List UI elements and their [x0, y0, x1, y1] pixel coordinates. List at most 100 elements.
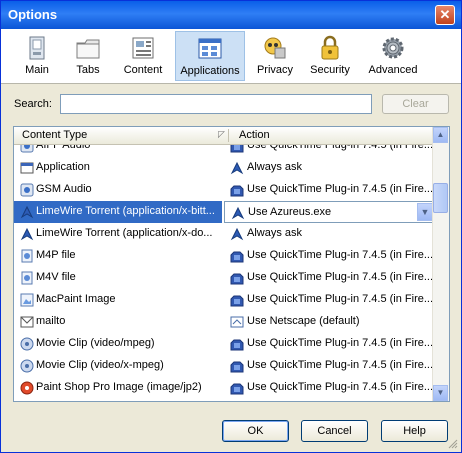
action-cell[interactable]: Use QuickTime Plug-in 7.4.5 (in Fire... — [224, 245, 435, 267]
content-type-label: Paint Shop Pro Image (image/jp2) — [36, 381, 202, 393]
quicktime-plugin-icon — [230, 361, 244, 373]
action-cell[interactable]: Use QuickTime Plug-in 7.4.5 (in Fire... — [224, 333, 435, 355]
quicktime-plugin-icon — [230, 273, 244, 285]
close-button[interactable]: ✕ — [435, 5, 455, 25]
content-page-icon — [132, 37, 154, 59]
quicktime-plugin-icon — [230, 251, 244, 263]
action-cell[interactable]: Use QuickTime Plug-in 7.4.5 (in Fire... — [224, 289, 435, 311]
table-row[interactable]: Paint Shop Pro Image (image/jp2) Use Quic… — [14, 377, 435, 399]
limewire-icon — [20, 205, 34, 219]
content-type-label: M4P file — [36, 249, 76, 261]
action-label: Always ask — [247, 161, 303, 173]
title-bar[interactable]: Options ✕ — [1, 1, 461, 29]
action-label: Always ask — [247, 227, 303, 239]
content-type-label: LimeWire Torrent (application/x-bitt... — [36, 205, 215, 217]
action-cell[interactable]: Use QuickTime Plug-in 7.4.5 (in Fire... — [224, 179, 435, 201]
tab-content-label: Content — [123, 64, 163, 76]
content-type-cell[interactable]: Paint Shop Pro Image (image/jp2) — [14, 377, 222, 399]
cancel-button[interactable]: Cancel — [301, 420, 368, 442]
scroll-down-button[interactable]: ▼ — [433, 385, 448, 401]
action-label: Use QuickTime Plug-in 7.4.5 (in Fire... — [247, 271, 434, 283]
options-dialog: Options ✕ Main Tabs Content Applications… — [0, 0, 462, 453]
column-header-content-type[interactable]: Content Type — [22, 129, 87, 141]
mailto-icon — [20, 316, 34, 328]
column-divider[interactable] — [228, 129, 229, 142]
content-type-cell[interactable]: M4V file — [14, 267, 222, 289]
table-row[interactable]: LimeWire Torrent (application/x-bitt... U… — [14, 201, 435, 223]
movie-clip-icon — [20, 337, 34, 351]
tab-main[interactable]: Main — [15, 31, 59, 81]
sort-indicator-icon: ◸ — [218, 129, 225, 139]
content-type-cell[interactable]: Movie Clip (video/x-mpeg) — [14, 355, 222, 377]
always-ask-icon — [230, 161, 244, 175]
action-cell[interactable]: Use QuickTime Plug-in 7.4.5 (in Fire... — [224, 377, 435, 399]
table-row[interactable]: AIFF Audio Use QuickTime Plug-in 7.4.5 (i… — [14, 145, 435, 157]
content-type-cell[interactable]: Movie Clip (video/mpeg) — [14, 333, 222, 355]
content-type-cell[interactable]: mailto — [14, 311, 222, 333]
action-label: Use QuickTime Plug-in 7.4.5 (in Fire... — [247, 381, 434, 393]
help-button[interactable]: Help — [381, 420, 448, 442]
quicktime-plugin-icon — [230, 383, 244, 395]
security-lock-icon — [321, 35, 339, 60]
scroll-up-button[interactable]: ▲ — [433, 127, 448, 143]
content-type-cell[interactable]: M4P file — [14, 245, 222, 267]
limewire-icon — [20, 227, 34, 241]
action-cell[interactable]: Use QuickTime Plug-in 7.4.5 (in Fire... — [224, 145, 435, 157]
tab-privacy-label: Privacy — [256, 64, 294, 76]
tab-security[interactable]: Security — [305, 31, 355, 81]
tab-advanced[interactable]: Advanced — [365, 31, 421, 81]
resize-gripper-icon[interactable] — [448, 439, 458, 449]
content-type-label: Movie Clip (video/x-mpeg) — [36, 359, 164, 371]
tab-advanced-label: Advanced — [368, 64, 418, 76]
action-cell[interactable]: Always ask — [224, 157, 435, 179]
search-label: Search: — [14, 98, 52, 110]
content-type-cell[interactable]: AIFF Audio — [14, 145, 222, 157]
table-row[interactable]: Application Always ask — [14, 157, 435, 179]
column-header-action[interactable]: Action — [239, 129, 270, 141]
content-type-list[interactable]: Content Type ◸ Action AIFF Audio Use Quic… — [13, 126, 450, 402]
action-label: Use Azureus.exe — [248, 206, 332, 218]
application-file-icon — [20, 162, 34, 174]
content-type-cell[interactable]: LimeWire Torrent (application/x-do... — [14, 223, 222, 245]
action-dropdown[interactable]: Use Azureus.exe ▼ — [224, 201, 435, 223]
tab-tabs-label: Tabs — [76, 64, 100, 76]
quicktime-plugin-icon — [230, 295, 244, 307]
tab-tabs[interactable]: Tabs — [67, 31, 109, 81]
tab-applications-label: Applications — [180, 65, 240, 77]
action-cell[interactable]: Use QuickTime Plug-in 7.4.5 (in Fire... — [224, 267, 435, 289]
applications-window-icon — [198, 38, 222, 59]
table-row[interactable]: M4V file Use QuickTime Plug-in 7.4.5 (in … — [14, 267, 435, 289]
tabs-folder-icon — [76, 39, 100, 59]
action-label: Use QuickTime Plug-in 7.4.5 (in Fire... — [247, 249, 434, 261]
tab-content[interactable]: Content — [119, 31, 167, 81]
tab-applications[interactable]: Applications — [175, 31, 245, 81]
tab-main-label: Main — [25, 64, 49, 76]
content-type-cell[interactable]: Application — [14, 157, 222, 179]
list-rows: AIFF Audio Use QuickTime Plug-in 7.4.5 (i… — [14, 145, 435, 401]
table-row[interactable]: Movie Clip (video/x-mpeg) Use QuickTime P… — [14, 355, 435, 377]
search-input[interactable] — [60, 94, 372, 114]
media-file-icon — [21, 249, 33, 263]
paint-shop-pro-icon — [20, 381, 34, 395]
content-type-label: mailto — [36, 315, 66, 327]
window-title: Options — [8, 7, 58, 22]
content-type-cell[interactable]: GSM Audio — [14, 179, 222, 201]
action-cell[interactable]: Use Netscape (default) — [224, 311, 435, 333]
content-type-cell[interactable]: LimeWire Torrent (application/x-bitt... — [14, 201, 222, 223]
tab-privacy[interactable]: Privacy — [253, 31, 297, 81]
table-row[interactable]: MacPaint Image Use QuickTime Plug-in 7.4.… — [14, 289, 435, 311]
ok-button[interactable]: OK — [222, 420, 289, 442]
table-row[interactable]: M4P file Use QuickTime Plug-in 7.4.5 (in … — [14, 245, 435, 267]
scroll-thumb[interactable] — [433, 183, 448, 213]
action-cell[interactable]: Use QuickTime Plug-in 7.4.5 (in Fire... — [224, 355, 435, 377]
action-cell[interactable]: Always ask — [224, 223, 435, 245]
table-row[interactable]: mailto Use Netscape (default) — [14, 311, 435, 333]
vertical-scrollbar[interactable]: ▲ ▼ — [432, 127, 449, 401]
content-type-cell[interactable]: MacPaint Image — [14, 289, 222, 311]
table-row[interactable]: GSM Audio Use QuickTime Plug-in 7.4.5 (in… — [14, 179, 435, 201]
table-row[interactable]: LimeWire Torrent (application/x-do... Alw… — [14, 223, 435, 245]
table-row[interactable]: Movie Clip (video/mpeg) Use QuickTime Plu… — [14, 333, 435, 355]
chevron-down-icon[interactable]: ▼ — [417, 203, 433, 221]
clear-button[interactable]: Clear — [382, 94, 449, 114]
privacy-mask-icon — [264, 37, 286, 59]
